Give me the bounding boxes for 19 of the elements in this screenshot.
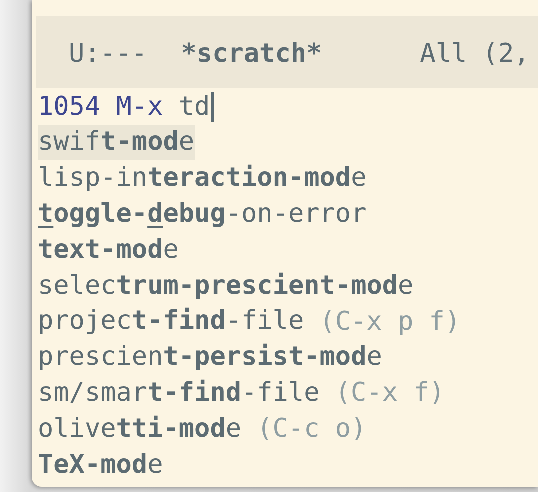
completion-item[interactable]: swift-mode bbox=[38, 125, 195, 160]
completion-item[interactable]: text-mode bbox=[38, 232, 179, 268]
buffer-position: All (2, bbox=[420, 38, 530, 71]
completion-item[interactable]: TeX-mode bbox=[38, 448, 164, 483]
text-cursor bbox=[211, 92, 214, 122]
completion-item[interactable]: lisp-interaction-mode bbox=[38, 161, 367, 196]
buffer-state: U:--- bbox=[69, 38, 148, 71]
keybinding-hint: (C-x f) bbox=[335, 378, 445, 408]
keybinding-hint: (C-c o) bbox=[257, 414, 367, 444]
completion-item[interactable]: selectrum-prescient-mode bbox=[38, 268, 414, 304]
completion-item[interactable]: project-find-file bbox=[38, 304, 304, 340]
minibuffer-prompt: 1054 M-x bbox=[38, 92, 164, 122]
buffer-name: *scratch* bbox=[181, 38, 322, 71]
completion-item[interactable]: toggle-debug-on-error bbox=[38, 196, 367, 232]
completion-item[interactable]: olivetti-mode bbox=[38, 412, 242, 447]
completion-item[interactable]: prescient-persist-mode bbox=[38, 340, 382, 376]
minibuffer-input[interactable]: td bbox=[178, 92, 210, 122]
completion-item[interactable]: sm/smart-find-file bbox=[38, 376, 320, 411]
keybinding-hint: (C-x p f) bbox=[320, 306, 461, 337]
